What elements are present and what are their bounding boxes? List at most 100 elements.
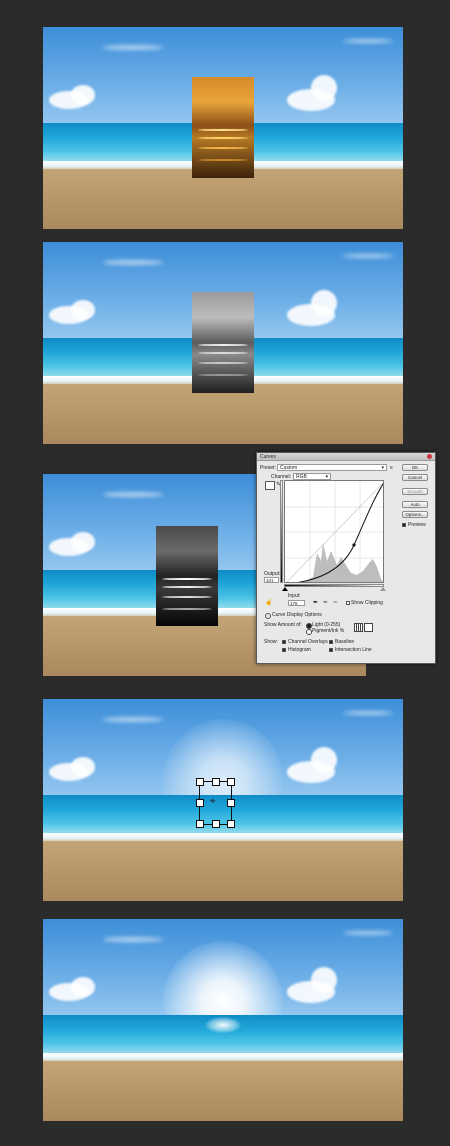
reflection bbox=[198, 374, 248, 376]
white-point-slider[interactable] bbox=[380, 587, 386, 591]
grid-10x10-icon[interactable] bbox=[364, 623, 373, 632]
cloud bbox=[311, 75, 337, 101]
preset-label: Preset: bbox=[260, 465, 276, 471]
black-eyedropper-icon[interactable]: ✒ bbox=[313, 599, 318, 606]
channel-overlays-checkbox[interactable] bbox=[282, 640, 286, 644]
channel-select[interactable]: RGB ▾ bbox=[293, 473, 331, 480]
close-icon[interactable] bbox=[427, 454, 432, 459]
cloud-streak bbox=[343, 931, 393, 935]
curves-graph[interactable] bbox=[284, 480, 384, 583]
gray-eyedropper-icon[interactable]: ✒ bbox=[323, 599, 328, 606]
cloud-streak bbox=[103, 492, 163, 497]
reflection bbox=[198, 362, 248, 364]
curves-adjusted-photo[interactable] bbox=[156, 526, 218, 626]
smooth-button[interactable]: Smooth bbox=[402, 488, 428, 495]
on-image-adjust-icon[interactable]: ☝ bbox=[265, 599, 272, 606]
transform-handle[interactable] bbox=[196, 799, 204, 807]
preview-checkbox[interactable] bbox=[402, 523, 406, 527]
show-clipping-checkbox[interactable] bbox=[346, 601, 350, 605]
white-eyedropper-icon[interactable]: ✒ bbox=[333, 599, 338, 606]
transform-handle[interactable] bbox=[196, 820, 204, 828]
baseline-checkbox[interactable] bbox=[329, 640, 333, 644]
sun-reflection bbox=[205, 1017, 241, 1033]
reflection bbox=[162, 608, 212, 610]
output-field[interactable]: 101 bbox=[264, 577, 279, 583]
reflection bbox=[198, 344, 248, 346]
disclosure-icon[interactable] bbox=[265, 613, 271, 619]
gradient-bar-horizontal bbox=[284, 584, 384, 587]
pigment-label: Pigment/Ink % bbox=[312, 628, 345, 634]
auto-button[interactable]: Auto bbox=[402, 501, 428, 508]
preset-select[interactable]: Custom ▾ bbox=[277, 464, 387, 471]
reflection bbox=[162, 578, 212, 580]
dialog-title: Curves bbox=[260, 454, 276, 460]
chevron-down-icon: ▾ bbox=[381, 465, 384, 471]
transform-handle[interactable] bbox=[196, 778, 204, 786]
cloud bbox=[71, 757, 95, 777]
step-1-panel bbox=[43, 27, 403, 229]
gradient-bar-vertical bbox=[280, 480, 283, 583]
grayscale-photo[interactable] bbox=[192, 292, 254, 393]
sun-reflection bbox=[198, 159, 248, 161]
grid-4x4-icon[interactable] bbox=[354, 623, 363, 632]
transform-handle[interactable] bbox=[227, 820, 235, 828]
step-4-panel: ⌖ bbox=[43, 699, 403, 901]
show-clipping-label: Show Clipping bbox=[351, 600, 383, 606]
step-2-panel bbox=[43, 242, 403, 444]
intersection-line-label: Intersection Line bbox=[335, 647, 372, 653]
dialog-titlebar[interactable]: Curves bbox=[257, 453, 435, 461]
sand bbox=[43, 169, 403, 229]
transform-bounding-box[interactable]: ⌖ bbox=[196, 778, 235, 828]
sunset-photo[interactable] bbox=[192, 77, 254, 178]
curves-dialog: Curves Preset: Custom ▾ ≡ OK Cancel Smoo… bbox=[256, 452, 436, 664]
transform-handle[interactable] bbox=[227, 778, 235, 786]
histogram-checkbox[interactable] bbox=[282, 648, 286, 652]
show-amount-label: Show Amount of: bbox=[264, 622, 302, 628]
sand bbox=[43, 1061, 403, 1121]
input-label: Input: bbox=[288, 593, 301, 599]
preview-label: Preview bbox=[408, 522, 426, 528]
transform-handle[interactable] bbox=[212, 778, 220, 786]
reflection bbox=[162, 596, 212, 598]
cloud bbox=[311, 747, 337, 773]
cloud-streak bbox=[343, 254, 393, 258]
histogram bbox=[305, 543, 383, 582]
curve-point bbox=[352, 543, 356, 547]
step-5-panel bbox=[43, 919, 403, 1121]
cloud-streak bbox=[343, 39, 393, 43]
cloud bbox=[71, 977, 95, 997]
reference-point-icon[interactable]: ⌖ bbox=[210, 797, 216, 807]
curve-edit-icon[interactable] bbox=[265, 481, 275, 490]
show-label: Show: bbox=[264, 639, 278, 645]
cloud bbox=[311, 967, 337, 993]
sun-reflection bbox=[198, 137, 248, 139]
histogram-label: Histogram bbox=[288, 647, 311, 653]
options-button[interactable]: Options... bbox=[402, 511, 428, 518]
cloud bbox=[71, 532, 95, 552]
sand bbox=[43, 841, 403, 901]
reflection bbox=[162, 586, 212, 588]
sand bbox=[43, 384, 403, 444]
cancel-button[interactable]: Cancel bbox=[402, 474, 428, 481]
cloud-streak bbox=[103, 717, 163, 722]
preset-value: Custom bbox=[280, 465, 298, 471]
cloud-streak bbox=[103, 937, 163, 942]
cloud-streak bbox=[343, 711, 393, 715]
transform-handle[interactable] bbox=[212, 820, 220, 828]
transform-handle[interactable] bbox=[227, 799, 235, 807]
black-point-slider[interactable] bbox=[282, 587, 288, 591]
sun-reflection bbox=[198, 147, 248, 149]
reflection bbox=[198, 352, 248, 354]
input-field[interactable]: 176 bbox=[288, 600, 305, 606]
cloud bbox=[311, 290, 337, 316]
cloud-streak bbox=[103, 45, 163, 50]
cloud bbox=[71, 300, 95, 320]
curves-graph-svg bbox=[285, 481, 383, 582]
sun-reflection bbox=[198, 129, 248, 131]
curve-display-options-label: Curve Display Options bbox=[272, 612, 322, 618]
preset-options-icon[interactable]: ≡ bbox=[390, 465, 393, 471]
intersection-line-checkbox[interactable] bbox=[329, 648, 333, 652]
ok-button[interactable]: OK bbox=[402, 464, 428, 471]
baseline-label: Baseline bbox=[335, 639, 355, 645]
channel-overlays-label: Channel Overlays bbox=[288, 639, 328, 645]
